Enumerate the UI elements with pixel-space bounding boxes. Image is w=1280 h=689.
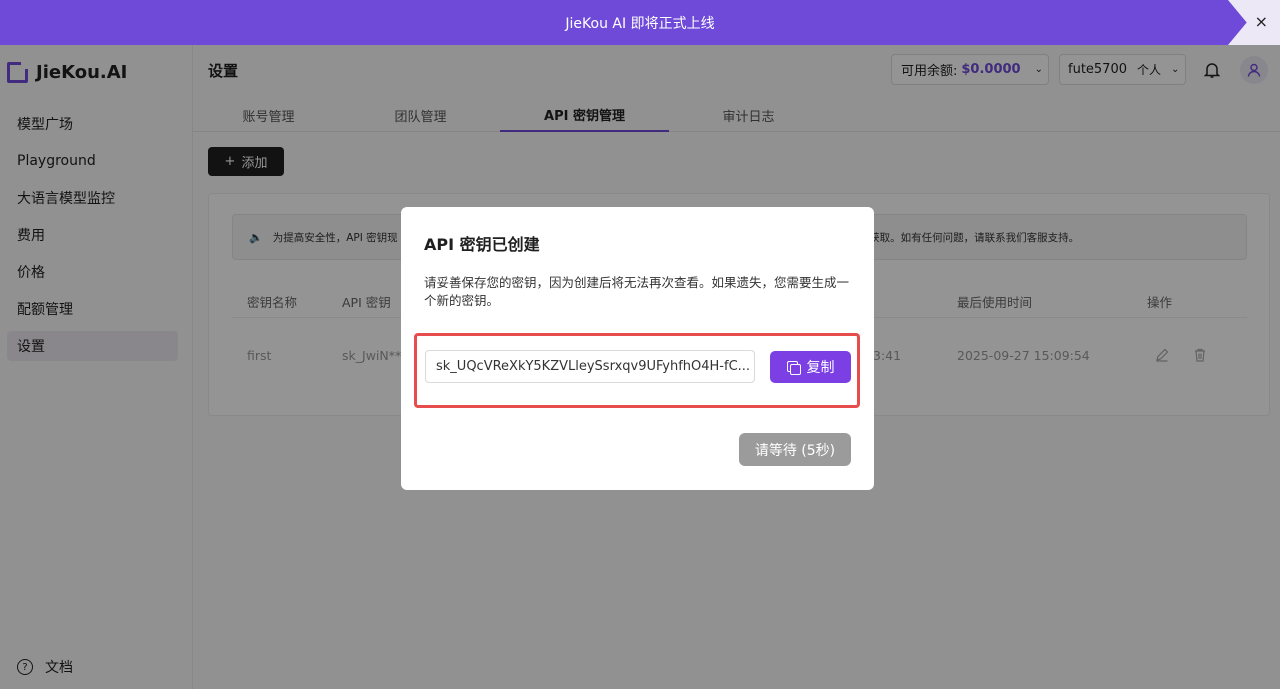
banner-text: JieKou AI 即将正式上线: [565, 15, 715, 32]
modal-title: API 密钥已创建: [424, 235, 540, 254]
banner-close-button[interactable]: ×: [1228, 0, 1280, 45]
copy-icon: [786, 361, 801, 375]
api-key-field[interactable]: [425, 350, 755, 383]
announcement-banner: JieKou AI 即将正式上线 ×: [0, 0, 1280, 45]
copy-button[interactable]: 复制: [770, 351, 851, 383]
close-icon[interactable]: ×: [1255, 12, 1268, 31]
wait-button[interactable]: 请等待 (5秒): [739, 433, 851, 466]
modal-description: 请妥善保存您的密钥，因为创建后将无法再次查看。如果遗失，您需要生成一个新的密钥。: [424, 275, 850, 308]
api-key-created-modal: API 密钥已创建 请妥善保存您的密钥，因为创建后将无法再次查看。如果遗失，您需…: [401, 207, 874, 490]
copy-label: 复制: [806, 360, 835, 376]
